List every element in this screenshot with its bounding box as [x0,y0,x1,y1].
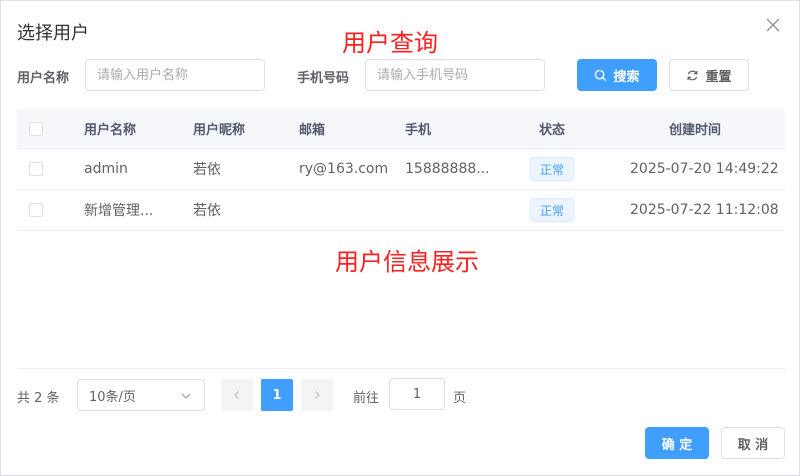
chevron-down-icon [181,393,191,399]
cell-email: ry@163.com [299,161,389,177]
search-button[interactable]: 搜索 [577,59,657,91]
cell-phone [405,190,505,230]
cell-phone: 15888888... [405,161,490,177]
cell-username: admin [84,161,128,177]
dialog-title: 选择用户 [17,23,89,44]
page-number-current[interactable]: 1 [261,379,293,411]
cell-created: 2025-07-22 11:12:08 [630,202,779,218]
row-select-cell [29,190,43,230]
table-row[interactable]: admin 若依 ry@163.com 15888888... 正常 2025-… [17,149,785,190]
header-created: 创建时间 [669,123,722,138]
phone-label: 手机号码 [297,71,350,86]
pagination-total: 共 2 条 [17,391,60,406]
table-header: 用户名称 用户昵称 邮箱 手机 状态 创建时间 [17,109,785,149]
header-phone: 手机 [405,123,432,138]
status-badge: 正常 [530,198,575,222]
chevron-right-icon [315,391,320,399]
confirm-button[interactable]: 确 定 [645,427,709,459]
header-status: 状态 [539,123,566,138]
cell-nickname: 若依 [193,203,221,219]
cell-nickname: 若依 [193,162,221,178]
goto-page-input[interactable] [389,378,445,410]
divider [17,368,785,369]
page-size-value: 10条/页 [89,389,136,405]
user-table: 用户名称 用户昵称 邮箱 手机 状态 创建时间 admin 若依 ry@163.… [17,109,785,231]
table-row[interactable]: 新增管理... 若依 正常 2025-07-22 11:12:08 [17,190,785,231]
username-label: 用户名称 [17,71,70,86]
chevron-left-icon [234,391,239,399]
prev-page-button[interactable] [221,379,253,411]
annotation-user-info: 用户信息展示 [335,248,479,276]
search-button-label: 搜索 [613,69,640,85]
select-all-checkbox[interactable] [29,121,43,136]
cancel-button-label: 取 消 [737,437,769,453]
page-suffix: 页 [453,391,467,406]
select-user-dialog: 选择用户 用户查询 用户名称 手机号码 搜索 重置 用户名称 用户昵称 邮箱 手… [0,0,800,476]
page-size-select[interactable]: 10条/页 [77,379,205,411]
cell-status: 正常 [530,149,575,189]
header-username: 用户名称 [84,123,137,138]
header-email: 邮箱 [299,123,326,138]
phone-input[interactable] [365,59,545,91]
row-select-cell [29,149,43,189]
confirm-button-label: 确 定 [661,437,693,453]
status-badge: 正常 [530,157,575,181]
row-checkbox[interactable] [29,203,43,217]
username-input[interactable] [85,59,265,91]
select-all-cell [29,109,43,148]
next-page-button[interactable] [301,379,333,411]
refresh-icon [687,70,699,80]
close-icon[interactable] [763,15,783,35]
cell-status: 正常 [530,190,575,230]
search-icon [595,69,607,81]
cell-created: 2025-07-20 14:49:22 [630,161,779,177]
cancel-button[interactable]: 取 消 [721,427,785,459]
cell-username: 新增管理... [84,203,154,219]
header-nickname: 用户昵称 [193,123,246,138]
reset-button-label: 重置 [705,69,732,85]
reset-button[interactable]: 重置 [669,59,749,91]
annotation-user-query: 用户查询 [342,29,438,57]
row-checkbox[interactable] [29,162,43,176]
goto-label: 前往 [353,391,380,406]
